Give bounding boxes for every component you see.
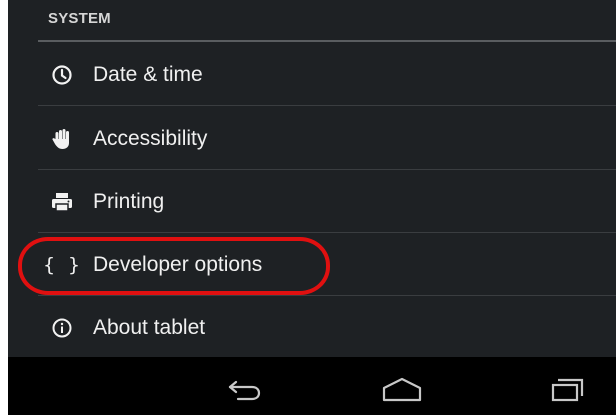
settings-item-printing[interactable]: Printing (8, 170, 616, 233)
back-icon (224, 376, 264, 407)
printer-icon (50, 190, 74, 214)
back-button[interactable] (216, 371, 272, 411)
settings-item-label: Developer options (93, 252, 263, 276)
settings-item-date-time[interactable]: Date & time (8, 43, 616, 106)
recent-apps-icon (550, 376, 586, 407)
settings-item-developer-options[interactable]: { } Developer options (8, 233, 616, 296)
section-header-system: SYSTEM (8, 0, 616, 42)
navigation-bar (8, 357, 616, 415)
braces-icon-glyph: { } (43, 253, 81, 276)
settings-item-label: About tablet (93, 315, 206, 339)
home-button[interactable] (374, 371, 430, 411)
hand-icon (50, 127, 74, 151)
settings-item-label: Accessibility (93, 126, 208, 150)
settings-item-label: Printing (93, 189, 165, 213)
info-icon (50, 316, 74, 340)
settings-item-about-tablet[interactable]: About tablet (8, 296, 616, 359)
clock-icon (50, 63, 74, 87)
settings-item-accessibility[interactable]: Accessibility (8, 107, 616, 170)
braces-icon: { } (43, 253, 79, 277)
settings-item-label: Date & time (93, 62, 203, 86)
settings-screen: SYSTEM Date & time Accessibility Printin… (8, 0, 616, 415)
recent-apps-button[interactable] (540, 371, 596, 411)
home-icon (380, 376, 424, 407)
